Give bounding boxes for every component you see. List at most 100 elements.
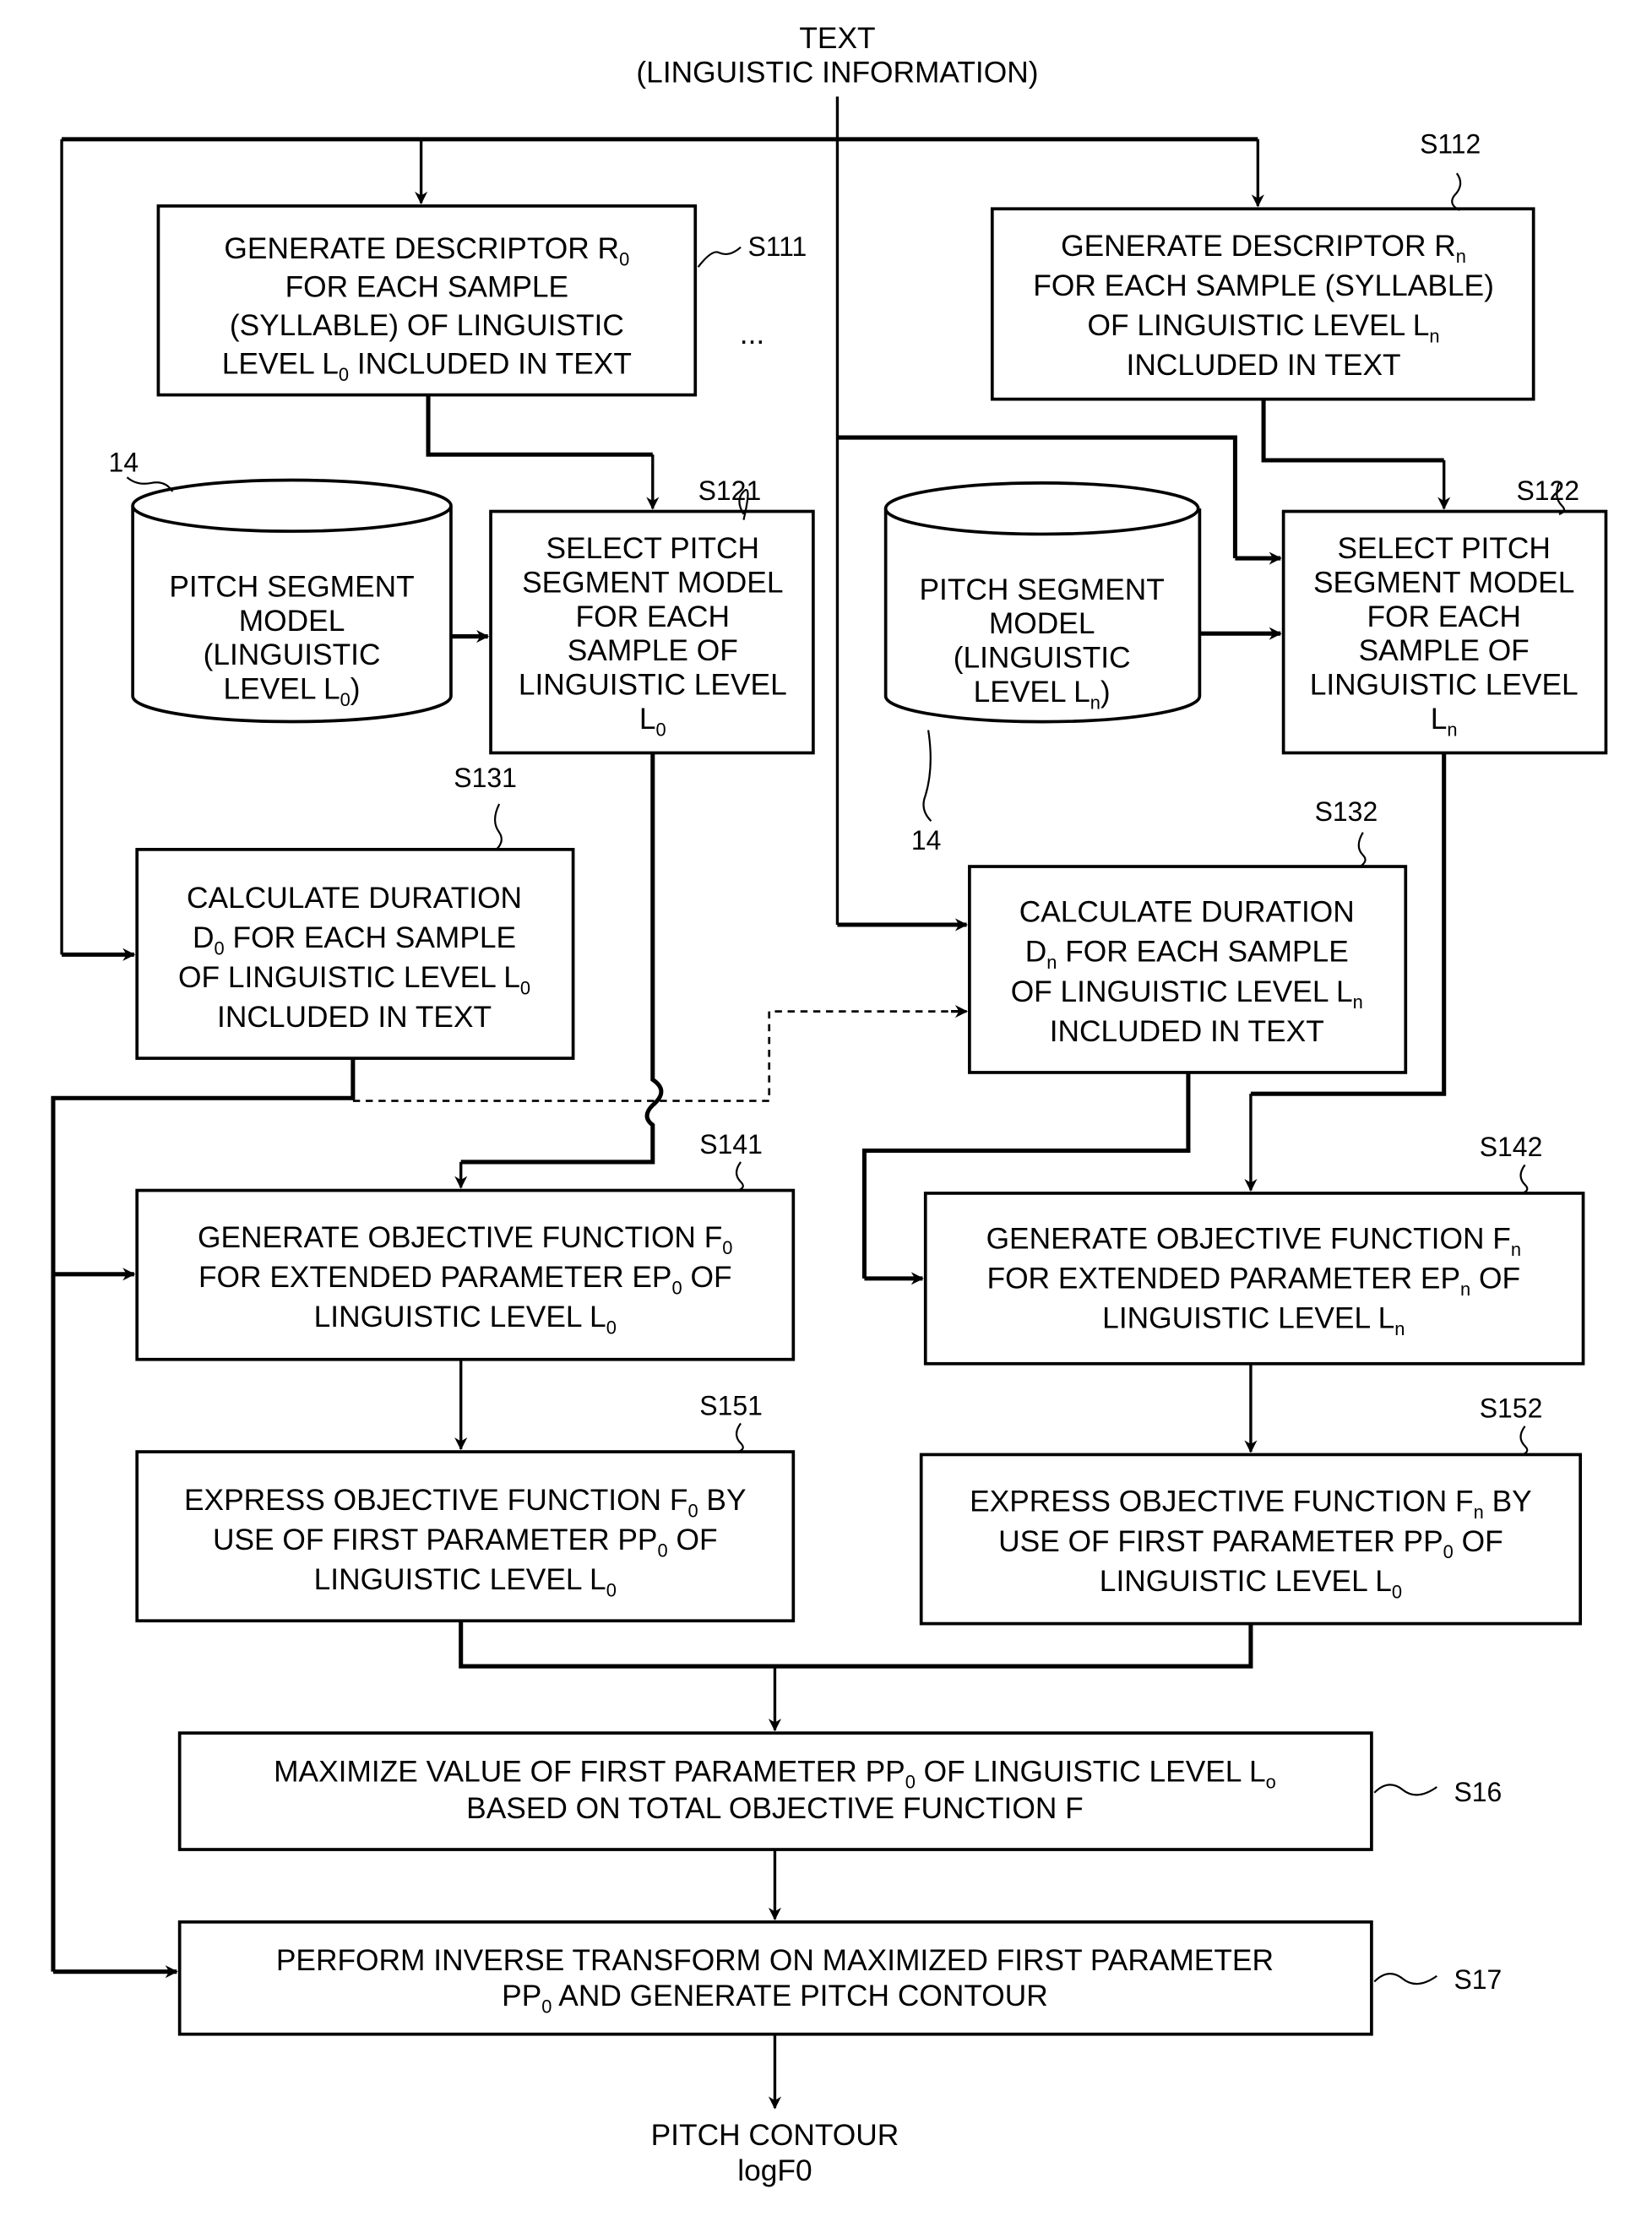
- step-id-s142: S142: [1480, 1132, 1542, 1194]
- svg-text:S132: S132: [1315, 796, 1378, 827]
- s132-text-line: INCLUDED IN TEXT: [1050, 1015, 1324, 1048]
- step-id-s141: S141: [699, 1129, 763, 1192]
- s122-text-line: FOR EACH: [1367, 600, 1520, 633]
- s151-text-line: LINGUISTIC LEVEL L0: [314, 1563, 617, 1600]
- svg-text:S17: S17: [1454, 1964, 1502, 1995]
- db0-text-line: (LINGUISTIC: [204, 638, 381, 671]
- subscript: n: [1447, 719, 1457, 740]
- svg-text:S151: S151: [699, 1390, 763, 1420]
- subscript: 0: [215, 937, 225, 959]
- ref-label-14-left: 14: [109, 447, 174, 492]
- s141-text-line: FOR EXTENDED PARAMETER EP0 OF: [198, 1261, 732, 1298]
- s132-text-line: OF LINGUISTIC LEVEL Ln: [1011, 975, 1363, 1013]
- subscript: 0: [1392, 1581, 1402, 1602]
- db0-text-line: MODEL: [239, 605, 345, 638]
- s112-text-line: OF LINGUISTIC LEVEL Ln: [1088, 309, 1440, 346]
- leader-squiggle: [493, 803, 503, 850]
- s112-text-line: FOR EACH SAMPLE (SYLLABLE): [1033, 269, 1494, 302]
- s131-text-line: OF LINGUISTIC LEVEL L0: [178, 961, 530, 998]
- step-s132: CALCULATE DURATION Dn FOR EACH SAMPLEOF L…: [968, 865, 1408, 1074]
- s121-text-line: SEGMENT MODEL: [522, 566, 783, 599]
- subscript: n: [1090, 692, 1100, 713]
- s122-text-line: SELECT PITCH: [1337, 532, 1550, 565]
- subscript: n: [1474, 1502, 1484, 1523]
- svg-text:S141: S141: [699, 1129, 763, 1160]
- leader-squiggle: [1373, 1973, 1437, 1985]
- svg-text:S112: S112: [1420, 129, 1481, 160]
- output-title: PITCH CONTOUR: [651, 2119, 899, 2152]
- step-s151: EXPRESS OBJECTIVE FUNCTION F0 BYUSE OF F…: [135, 1450, 796, 1623]
- svg-text:S121: S121: [698, 475, 762, 506]
- ellipsis-more-levels: ...: [740, 318, 764, 350]
- s112-text-line: GENERATE DESCRIPTOR Rn: [1061, 230, 1466, 267]
- step-s122: SELECT PITCHSEGMENT MODELFOR EACHSAMPLE …: [1281, 509, 1608, 755]
- s111-text-line: GENERATE DESCRIPTOR R0: [224, 232, 629, 269]
- leader-squiggle: [735, 1161, 744, 1192]
- step-id-s17: S17: [1373, 1964, 1502, 1995]
- svg-text:S152: S152: [1480, 1393, 1543, 1424]
- s151-text-line: USE OF FIRST PARAMETER PP0 OF: [213, 1524, 718, 1561]
- s142-text-line: GENERATE OBJECTIVE FUNCTION Fn: [986, 1223, 1521, 1260]
- s151-text-line: EXPRESS OBJECTIVE FUNCTION F0 BY: [184, 1484, 747, 1521]
- step-s16: MAXIMIZE VALUE OF FIRST PARAMETER PP0 OF…: [177, 1731, 1373, 1851]
- step-s141: GENERATE OBJECTIVE FUNCTION F0FOR EXTEND…: [135, 1188, 796, 1361]
- subscript: 0: [1443, 1541, 1454, 1562]
- dbn-text-line: (LINGUISTIC: [954, 642, 1131, 675]
- subscript: 0: [606, 1580, 617, 1601]
- leader-squiggle: [697, 246, 742, 268]
- subscript: o: [1266, 1772, 1276, 1793]
- s111-text-line: (SYLLABLE) OF LINGUISTIC: [230, 309, 624, 342]
- svg-text:14: 14: [911, 825, 942, 855]
- s131-text-line: CALCULATE DURATION: [187, 882, 522, 915]
- flowchart: TEXT (LINGUISTIC INFORMATION) GENERATE D…: [51, 22, 1608, 2187]
- s142-text-line: LINGUISTIC LEVEL Ln: [1102, 1302, 1405, 1339]
- subscript: n: [1429, 325, 1439, 346]
- subscript: 0: [905, 1772, 916, 1793]
- leader-squiggle: [1373, 1784, 1437, 1796]
- subscript: n: [1456, 246, 1466, 267]
- step-id-s152: S152: [1480, 1393, 1543, 1456]
- step-s152: EXPRESS OBJECTIVE FUNCTION Fn BYUSE OF F…: [919, 1453, 1583, 1626]
- subscript: 0: [606, 1317, 617, 1338]
- subscript: 0: [339, 364, 349, 385]
- db0-text-line: PITCH SEGMENT: [169, 570, 414, 603]
- subscript: 0: [340, 689, 351, 710]
- db0-text-line: LEVEL L0): [224, 673, 361, 710]
- s121-text-line: SAMPLE OF: [568, 634, 738, 667]
- subscript: 0: [520, 977, 530, 998]
- subscript: n: [1460, 1279, 1470, 1300]
- s152-text-line: LINGUISTIC LEVEL L0: [1100, 1565, 1402, 1602]
- s111-text-line: LEVEL L0 INCLUDED IN TEXT: [222, 347, 632, 384]
- s122-text-line: SAMPLE OF: [1359, 634, 1530, 667]
- subscript: 0: [722, 1237, 732, 1258]
- step-id-s122: S122: [1516, 475, 1579, 515]
- subscript: n: [1511, 1239, 1521, 1260]
- s121-text-line: SELECT PITCH: [546, 532, 759, 565]
- s131-text-line: D0 FOR EACH SAMPLE: [193, 921, 516, 959]
- step-id-s132: S132: [1315, 796, 1378, 867]
- s141-text-line: GENERATE OBJECTIVE FUNCTION F0: [198, 1221, 732, 1258]
- subscript: 0: [619, 249, 629, 270]
- subscript: n: [1353, 991, 1363, 1013]
- step-id-s151: S151: [699, 1390, 763, 1453]
- s111-text-line: FOR EACH SAMPLE: [285, 271, 569, 304]
- subscript: 0: [671, 1277, 682, 1298]
- s141-text-line: LINGUISTIC LEVEL L0: [314, 1301, 617, 1338]
- subscript: 0: [687, 1500, 698, 1521]
- svg-text:S122: S122: [1516, 475, 1579, 506]
- step-s131: CALCULATE DURATION D0 FOR EACH SAMPLEOF L…: [135, 848, 575, 1060]
- subscript: 0: [541, 1996, 552, 2017]
- step-id-s112: S112: [1420, 129, 1481, 211]
- step-s17: PERFORM INVERSE TRANSFORM ON MAXIMIZED F…: [177, 1920, 1373, 2036]
- output-subtitle: logF0: [737, 2154, 812, 2187]
- leader-squiggle: [1357, 832, 1367, 867]
- database-pitch-model-ln: PITCH SEGMENTMODEL(LINGUISTICLEVEL Ln): [883, 481, 1202, 724]
- s122-text-line: SEGMENT MODEL: [1313, 566, 1574, 599]
- step-s111: GENERATE DESCRIPTOR R0FOR EACH SAMPLE (SY…: [156, 204, 698, 397]
- input-title: TEXT: [799, 22, 875, 55]
- leader-squiggle: [1451, 172, 1462, 211]
- s16-text-line: MAXIMIZE VALUE OF FIRST PARAMETER PP0 OF…: [274, 1755, 1276, 1792]
- s17-text-line: PP0 AND GENERATE PITCH CONTOUR: [502, 1980, 1048, 2017]
- dbn-text-line: MODEL: [989, 607, 1095, 640]
- s17-text-line: PERFORM INVERSE TRANSFORM ON MAXIMIZED F…: [276, 1944, 1274, 1977]
